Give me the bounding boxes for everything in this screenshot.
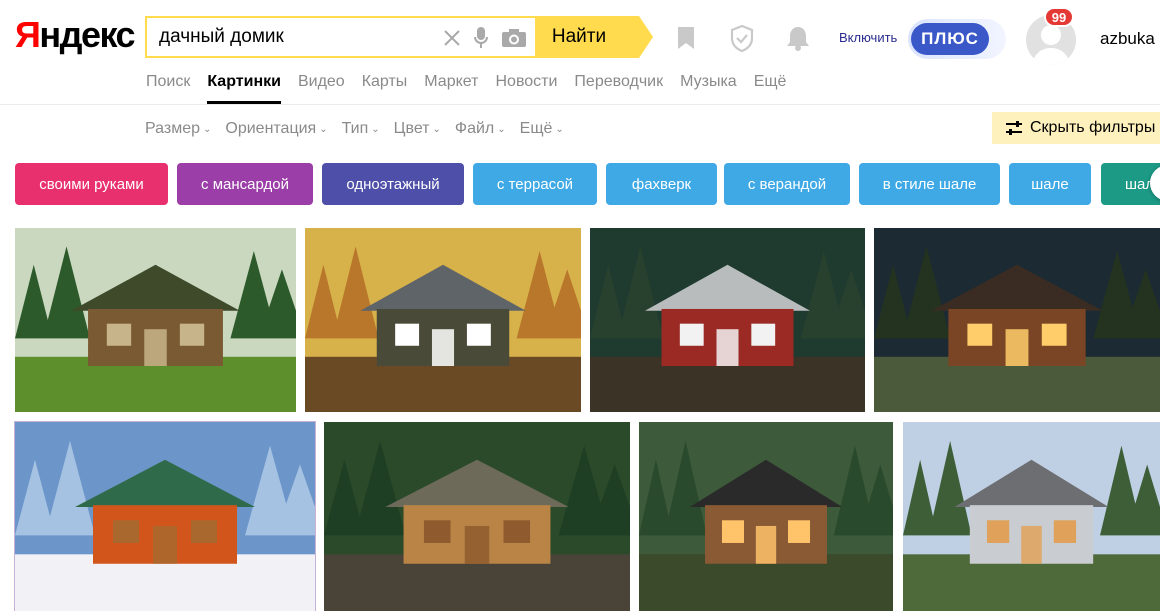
- chevron-down-icon: ⌄: [432, 123, 441, 135]
- filter-color[interactable]: Цвет ⌄: [394, 120, 441, 138]
- related-tags: своими руками с мансардой одноэтажный с …: [15, 163, 1160, 205]
- services-nav: Поиск Картинки Видео Карты Маркет Новост…: [146, 72, 786, 104]
- tag-item[interactable]: одноэтажный: [322, 163, 464, 205]
- chevron-down-icon: ⌄: [555, 123, 564, 135]
- image-thumbnail[interactable]: [874, 228, 1160, 412]
- filter-type[interactable]: Тип ⌄: [342, 120, 380, 138]
- plus-enable-link[interactable]: Включить: [839, 30, 897, 45]
- image-thumbnail[interactable]: [15, 228, 296, 412]
- bell-icon[interactable]: [784, 24, 812, 52]
- chevron-down-icon: ⌄: [203, 123, 212, 135]
- filter-more[interactable]: Ещё ⌄: [520, 120, 564, 138]
- tab-images[interactable]: Картинки: [207, 72, 281, 104]
- house-photo: [324, 422, 630, 611]
- header-divider: [0, 104, 1160, 105]
- hide-filters-label: Скрыть фильтры: [1030, 119, 1156, 136]
- filters-bar: Размер ⌄ Ориентация ⌄ Тип ⌄ Цвет ⌄ Файл ⌄ Ещё…: [145, 120, 564, 138]
- plus-badge: ПЛЮС: [911, 23, 989, 55]
- tab-translator[interactable]: Переводчик: [574, 72, 663, 104]
- house-photo: [903, 422, 1160, 611]
- yandex-logo[interactable]: Яндекс: [15, 14, 136, 56]
- tab-maps[interactable]: Карты: [362, 72, 408, 104]
- tab-video[interactable]: Видео: [298, 72, 345, 104]
- username[interactable]: azbuka: [1100, 29, 1155, 49]
- clear-icon[interactable]: [442, 27, 462, 49]
- image-thumbnail[interactable]: [639, 422, 893, 611]
- tag-item[interactable]: шале: [1009, 163, 1091, 205]
- search-form: Найти: [145, 16, 653, 58]
- image-thumbnail[interactable]: [590, 228, 865, 412]
- tag-item[interactable]: в стиле шале: [859, 163, 1000, 205]
- hide-filters-button[interactable]: Скрыть фильтры: [992, 112, 1160, 144]
- camera-icon[interactable]: [501, 27, 527, 49]
- tag-item[interactable]: с верандой: [724, 163, 850, 205]
- filter-file[interactable]: Файл ⌄: [455, 120, 506, 138]
- image-thumbnail[interactable]: [324, 422, 630, 611]
- tab-more[interactable]: Ещё: [754, 72, 787, 104]
- chevron-down-icon: ⌄: [371, 123, 380, 135]
- sliders-icon: [1006, 121, 1022, 135]
- house-photo: [15, 228, 296, 412]
- tag-item[interactable]: своими руками: [15, 163, 168, 205]
- tag-item[interactable]: с мансардой: [177, 163, 313, 205]
- house-photo: [874, 228, 1160, 412]
- search-input[interactable]: [159, 18, 429, 56]
- house-photo: [305, 228, 581, 412]
- notification-badge: 99: [1044, 7, 1074, 27]
- chevron-down-icon: ⌄: [319, 123, 328, 135]
- tag-item[interactable]: с террасой: [473, 163, 597, 205]
- microphone-icon[interactable]: [473, 27, 489, 49]
- house-photo: [15, 422, 315, 611]
- house-photo: [639, 422, 893, 611]
- plus-toggle[interactable]: ПЛЮС: [908, 19, 1006, 59]
- tab-music[interactable]: Музыка: [680, 72, 737, 104]
- search-button[interactable]: Найти: [535, 16, 653, 58]
- image-thumbnail[interactable]: [903, 422, 1160, 611]
- house-photo: [590, 228, 865, 412]
- image-thumbnail[interactable]: [305, 228, 581, 412]
- tab-market[interactable]: Маркет: [424, 72, 478, 104]
- tag-item[interactable]: фахверк: [606, 163, 717, 205]
- filter-orientation[interactable]: Ориентация ⌄: [225, 120, 327, 138]
- chevron-down-icon: ⌄: [497, 123, 506, 135]
- bookmark-icon[interactable]: [674, 24, 698, 52]
- image-thumbnail[interactable]: [14, 421, 316, 611]
- filter-size[interactable]: Размер ⌄: [145, 120, 211, 138]
- shield-icon[interactable]: [728, 24, 756, 52]
- tab-search[interactable]: Поиск: [146, 72, 190, 104]
- tab-news[interactable]: Новости: [495, 72, 557, 104]
- search-box: [145, 16, 537, 58]
